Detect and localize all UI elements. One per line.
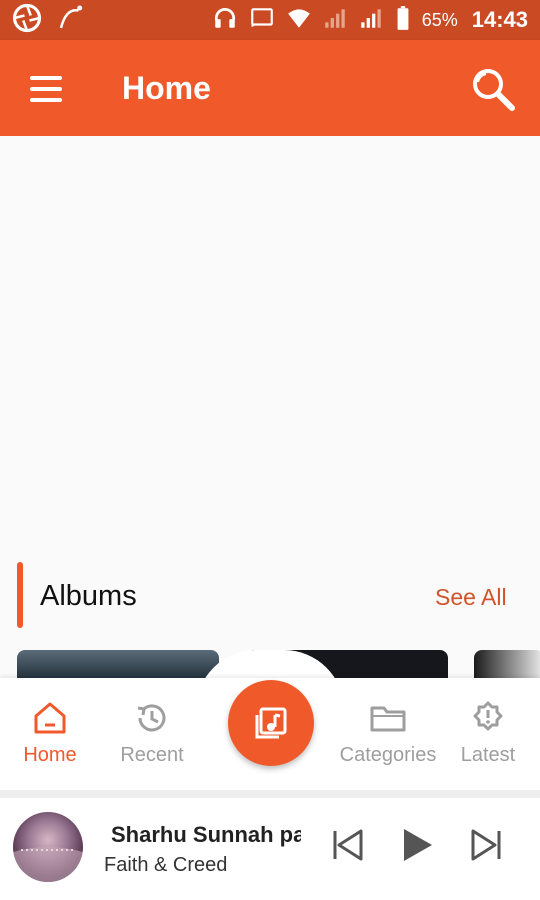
search-icon[interactable] [470, 66, 516, 112]
aperture-icon [12, 3, 42, 38]
app-bar: Home [0, 40, 540, 136]
section-accent-bar [17, 562, 23, 628]
signal-weak-icon [322, 5, 348, 36]
headphones-icon [212, 5, 238, 36]
nav-categories[interactable]: Categories [338, 700, 438, 767]
folder-icon [368, 700, 408, 736]
clock: 14:43 [471, 7, 528, 32]
nav-home-label: Home [23, 744, 77, 766]
signal-icon [358, 5, 384, 36]
nav-latest[interactable]: Latest [438, 700, 538, 767]
battery-icon [394, 5, 412, 36]
divider [0, 790, 540, 798]
see-all-link[interactable]: See All [435, 584, 507, 611]
music-library-icon [255, 707, 287, 739]
nav-home[interactable]: Home [0, 700, 100, 767]
play-icon[interactable] [400, 826, 436, 864]
wifi-icon [286, 5, 312, 36]
page-title: Home [122, 70, 211, 106]
albums-heading: Albums [40, 580, 137, 612]
notification-icon [56, 3, 86, 38]
battery-percent: 65% [421, 9, 458, 30]
alert-badge-icon [468, 700, 508, 736]
track-subtitle: Faith & Creed [104, 854, 228, 876]
status-bar: 65% 14:43 [0, 0, 540, 40]
menu-icon[interactable] [30, 76, 66, 102]
next-icon[interactable] [468, 826, 504, 864]
nav-recent-label: Recent [120, 744, 184, 766]
nav-latest-label: Latest [460, 744, 516, 766]
album-art[interactable] [13, 812, 83, 882]
library-button[interactable] [228, 680, 314, 766]
nav-recent[interactable]: Recent [102, 700, 202, 767]
mini-player[interactable]: Sharhu Sunnah pa Faith & Creed [0, 798, 540, 900]
track-title: Sharhu Sunnah pa [111, 822, 301, 847]
history-icon [132, 700, 172, 736]
home-icon [30, 700, 70, 736]
cast-icon [248, 5, 276, 36]
nav-categories-label: Categories [339, 744, 437, 766]
previous-icon[interactable] [330, 826, 366, 864]
